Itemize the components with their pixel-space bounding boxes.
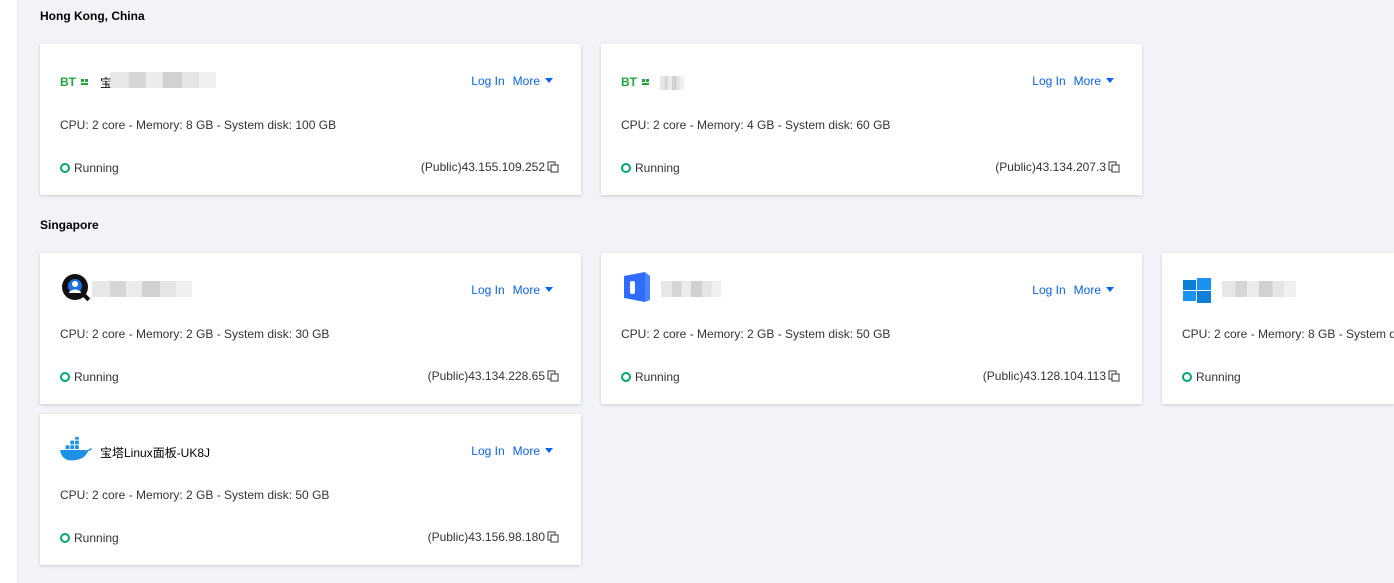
- instance-actions: Log In More: [471, 283, 553, 297]
- svg-text:BT: BT: [60, 75, 77, 89]
- instance-name: 宝塔Linux面板-UK8J: [100, 446, 211, 460]
- status-indicator: Running: [60, 161, 119, 175]
- status-label: Running: [74, 531, 119, 545]
- more-dropdown[interactable]: More: [1074, 74, 1114, 88]
- ip-text: (Public)43.128.104.113: [982, 369, 1106, 383]
- running-status-icon: [621, 372, 631, 382]
- redacted-name: [110, 72, 216, 88]
- login-link[interactable]: Log In: [471, 444, 504, 458]
- caret-down-icon: [545, 78, 553, 84]
- running-status-icon: [1182, 372, 1192, 382]
- login-link[interactable]: Log In: [471, 283, 504, 297]
- instance-card[interactable]: BT Log In More CPU: 2 core - Memory: 4 G…: [601, 44, 1142, 195]
- svg-text:BT: BT: [621, 75, 638, 89]
- status-indicator: Running: [1182, 370, 1241, 384]
- more-dropdown[interactable]: More: [1074, 283, 1114, 297]
- login-link[interactable]: Log In: [1032, 283, 1065, 297]
- running-status-icon: [621, 163, 631, 173]
- instance-spec: CPU: 2 core - Memory: 2 GB - System disk…: [60, 327, 330, 341]
- status-label: Running: [1196, 370, 1241, 384]
- blue-app-icon: [621, 272, 653, 302]
- ip-text: (Public)43.155.109.252: [420, 160, 545, 174]
- running-status-icon: [60, 533, 70, 543]
- redacted-name: [661, 281, 721, 297]
- instance-actions: Log In More: [471, 444, 553, 458]
- windows-icon: [1182, 277, 1214, 305]
- status-indicator: Running: [621, 370, 680, 384]
- running-status-icon: [60, 163, 70, 173]
- instance-actions: Log In More: [1032, 74, 1114, 88]
- status-label: Running: [635, 370, 680, 384]
- status-label: Running: [635, 161, 680, 175]
- ip-text: (Public)43.156.98.180: [427, 530, 545, 544]
- bt-panel-icon: BT: [621, 68, 653, 96]
- public-ip: (Public)43.134.207.3: [995, 160, 1120, 174]
- login-link[interactable]: Log In: [471, 74, 504, 88]
- region-title-hong-kong: Hong Kong, China: [40, 9, 145, 23]
- search-person-app-icon: [60, 274, 92, 303]
- redacted-name: [660, 76, 684, 90]
- more-dropdown[interactable]: More: [513, 283, 553, 297]
- status-label: Running: [74, 370, 119, 384]
- copy-icon[interactable]: [547, 531, 559, 543]
- side-panel-edge: [0, 0, 18, 583]
- status-indicator: Running: [60, 531, 119, 545]
- instance-card[interactable]: Log In More CPU: 2 core - Memory: 2 GB -…: [601, 253, 1142, 404]
- more-label: More: [512, 74, 540, 88]
- status-indicator: Running: [621, 161, 680, 175]
- login-link[interactable]: Log In: [1032, 74, 1065, 88]
- status-indicator: Running: [60, 370, 119, 384]
- instance-spec: CPU: 2 core - Memory: 4 GB - System disk…: [621, 118, 891, 132]
- copy-icon[interactable]: [1108, 161, 1120, 173]
- caret-down-icon: [1106, 287, 1114, 293]
- caret-down-icon: [545, 448, 553, 454]
- copy-icon[interactable]: [547, 161, 559, 173]
- caret-down-icon: [545, 287, 553, 293]
- redacted-name: [92, 281, 192, 297]
- more-dropdown[interactable]: More: [513, 444, 553, 458]
- instance-spec: CPU: 2 core - Memory: 8 GB - System disk…: [60, 118, 337, 132]
- redacted-name: [1222, 281, 1296, 297]
- bt-panel-icon: BT: [60, 68, 92, 96]
- public-ip: (Public)43.156.98.180: [428, 530, 559, 544]
- instance-actions: Log In More: [1032, 283, 1114, 297]
- more-dropdown[interactable]: More: [513, 74, 553, 88]
- ip-text: (Public)43.134.207.3: [995, 160, 1106, 174]
- running-status-icon: [60, 372, 70, 382]
- status-label: Running: [74, 161, 119, 175]
- public-ip: (Public)43.128.104.113: [983, 369, 1120, 383]
- instance-card[interactable]: CPU: 2 core - Memory: 8 GB - System dis …: [1162, 253, 1394, 404]
- public-ip: (Public)43.134.228.65: [428, 369, 559, 383]
- instance-card[interactable]: BT 宝 Log In More CPU: 2 core - Memory: 8…: [40, 44, 581, 195]
- more-label: More: [512, 444, 540, 458]
- ip-text: (Public)43.134.228.65: [427, 369, 545, 383]
- instance-card[interactable]: 宝塔Linux面板-UK8J Log In More CPU: 2 core -…: [40, 414, 581, 565]
- instance-actions: Log In More: [471, 74, 553, 88]
- region-title-singapore: Singapore: [40, 218, 99, 232]
- caret-down-icon: [1106, 78, 1114, 84]
- more-label: More: [1073, 283, 1101, 297]
- instance-spec: CPU: 2 core - Memory: 8 GB - System dis: [1182, 327, 1394, 341]
- copy-icon[interactable]: [547, 370, 559, 382]
- copy-icon[interactable]: [1108, 370, 1120, 382]
- more-label: More: [512, 283, 540, 297]
- more-label: More: [1073, 74, 1101, 88]
- instance-card[interactable]: Log In More CPU: 2 core - Memory: 2 GB -…: [40, 253, 581, 404]
- public-ip: (Public)43.155.109.252: [421, 160, 559, 174]
- docker-icon: [60, 436, 92, 464]
- instance-spec: CPU: 2 core - Memory: 2 GB - System disk…: [60, 488, 330, 502]
- instance-spec: CPU: 2 core - Memory: 2 GB - System disk…: [621, 327, 891, 341]
